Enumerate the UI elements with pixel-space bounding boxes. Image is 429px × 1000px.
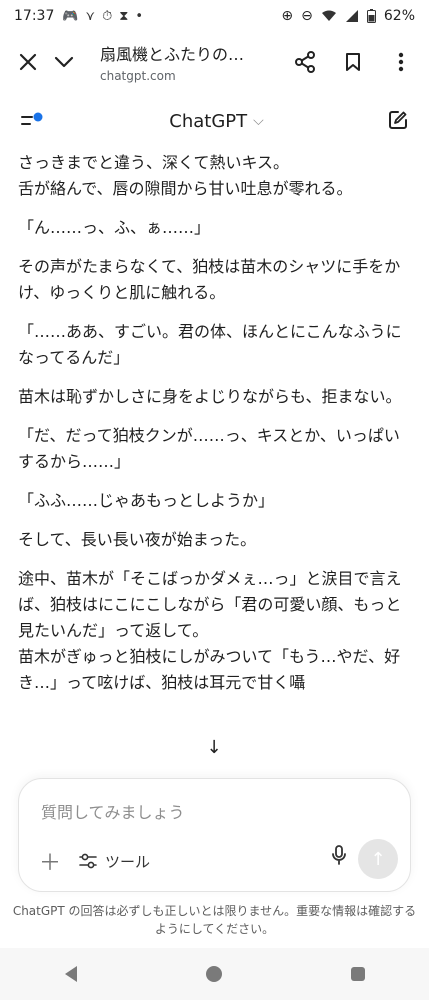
bookmark-button[interactable] <box>335 44 371 80</box>
message-paragraph: そして、長い長い夜が始まった。 <box>18 530 257 549</box>
notification-icons: 🎮 ⋎ ⏱ ⧗ • <box>62 9 143 24</box>
message-paragraph: 「だ、だって狛枝クンが……っ、キスとか、いっぱいするから……」 <box>18 426 400 471</box>
chevron-down-icon <box>54 56 74 68</box>
message-paragraph: 苗木がぎゅっと狛枝にしがみついて「もう…やだ、好き…」って呟けば、狛枝は耳元で甘… <box>18 647 401 692</box>
sidebar-menu-button[interactable] <box>18 107 46 135</box>
dot-icon: • <box>135 8 144 24</box>
tools-label: ツール <box>105 852 151 871</box>
edit-icon <box>389 111 407 129</box>
composer-tools: ＋ ツール <box>39 845 150 877</box>
message-paragraph: その声がたまらなくて、狛枝は苗木のシャツに手をかけ、ゆっくりと肌に触れる。 <box>18 257 401 302</box>
notification-dot <box>33 112 43 122</box>
app-title: ChatGPT <box>169 110 248 132</box>
add-attachment-button[interactable]: ＋ <box>39 845 61 877</box>
wifi-icon <box>321 10 336 21</box>
assistant-message: さっきまでと違う、深くて熱いキス。 舌が絡んで、唇の隙間から甘い吐息が零れる。 … <box>18 150 414 780</box>
back-icon[interactable] <box>64 966 77 982</box>
close-icon <box>19 53 37 71</box>
message-paragraph: 「ん……っ、ふ、ぁ……」 <box>18 218 211 237</box>
home-icon[interactable] <box>205 966 222 982</box>
custom-tab-toolbar: 扇風機とふたりの… chatgpt.com <box>0 32 429 92</box>
more-options-button[interactable] <box>383 44 419 80</box>
send-button[interactable]: ↑ <box>358 839 398 879</box>
more-vertical-icon <box>398 52 404 72</box>
model-selector[interactable]: ChatGPT ⌵ <box>169 111 264 132</box>
voice-input-button[interactable] <box>332 845 346 869</box>
scroll-to-bottom-button[interactable]: ↓ <box>201 734 227 760</box>
prompt-input[interactable]: 質問してみましょう <box>41 799 185 823</box>
message-paragraph: さっきまでと違う、深くて熱いキス。 <box>18 153 290 172</box>
new-chat-button[interactable] <box>387 109 411 133</box>
antenna-icon: ⋎ <box>85 8 96 24</box>
system-navigation-bar <box>0 948 429 1000</box>
status-bar: 17:37 🎮 ⋎ ⏱ ⧗ • ⊕ ⊖ 62% <box>0 0 429 32</box>
page-info[interactable]: 扇風機とふたりの… chatgpt.com <box>82 41 287 83</box>
status-right: ⊕ ⊖ 62% <box>281 8 415 24</box>
page-url: chatgpt.com <box>100 69 176 83</box>
share-icon <box>295 51 315 73</box>
message-paragraph: 苗木は恥ずかしさに身をよじりながらも、拒まない。 <box>18 387 402 406</box>
menu-icon <box>21 112 43 125</box>
status-time: 17:37 <box>14 8 55 24</box>
dnd-icon: ⊖ <box>301 8 313 24</box>
recents-icon[interactable] <box>350 967 365 981</box>
signal-icon <box>345 10 358 22</box>
arrow-down-icon: ↓ <box>206 736 222 758</box>
timer-icon: ⏱ <box>102 8 113 24</box>
hourglass-icon: ⧗ <box>119 8 129 24</box>
message-paragraph: 舌が絡んで、唇の隙間から甘い吐息が零れる。 <box>18 179 353 198</box>
status-left: 17:37 🎮 ⋎ ⏱ ⧗ • <box>14 8 143 24</box>
minimize-tab-button[interactable] <box>46 44 82 80</box>
chevron-down-icon: ⌵ <box>253 113 264 129</box>
disclaimer: ChatGPT の回答は必ずしも正しいとは限りません。重要な情報は確認するように… <box>12 904 417 936</box>
battery-icon <box>366 9 376 23</box>
sliders-icon <box>79 853 97 869</box>
data-saver-icon: ⊕ <box>281 8 294 24</box>
page-title: 扇風機とふたりの… <box>100 45 245 64</box>
close-tab-button[interactable] <box>10 44 46 80</box>
message-paragraph: 「……ああ、すごい。君の体、ほんとにこんなふうになってるんだ」 <box>18 322 402 367</box>
arrow-up-icon: ↑ <box>370 848 386 870</box>
browser-actions <box>287 44 419 80</box>
message-paragraph: 「ふふ……じゃあもっとしようか」 <box>18 491 275 510</box>
chatgpt-header: ChatGPT ⌵ <box>0 92 429 150</box>
battery-level: 62% <box>383 8 415 24</box>
game-icon: 🎮 <box>62 8 79 24</box>
composer: 質問してみましょう ＋ ツール ↑ <box>18 778 411 892</box>
microphone-icon <box>332 845 346 865</box>
message-paragraph: 途中、苗木が「そこばっかダメぇ…っ」と涙目で言えば、狛枝はにこにこしながら「君の… <box>18 569 402 640</box>
tools-button[interactable]: ツール <box>79 851 150 872</box>
bookmark-icon <box>346 53 360 71</box>
share-button[interactable] <box>287 44 323 80</box>
